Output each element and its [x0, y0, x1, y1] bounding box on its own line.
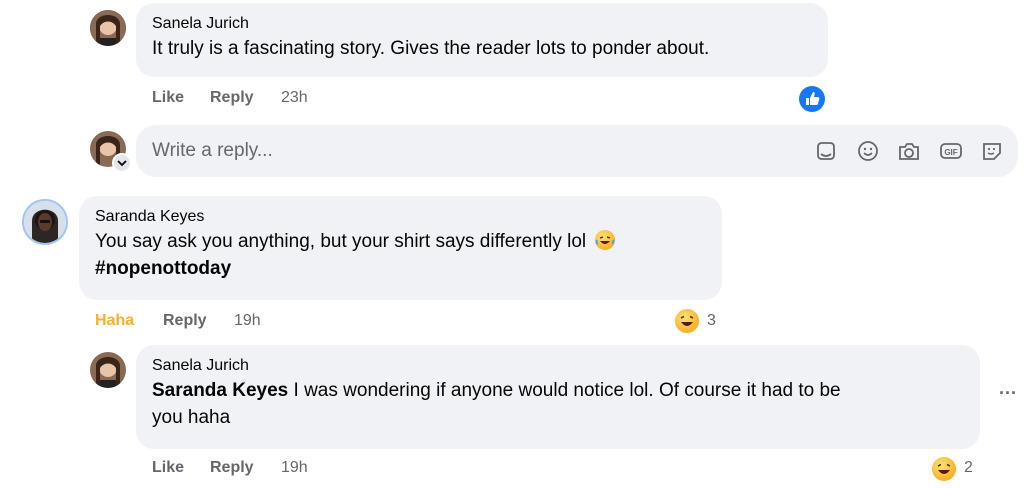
comment-bubble: Sanela Jurich It truly is a fascinating … — [136, 3, 828, 77]
comment-author[interactable]: Sanela Jurich — [152, 357, 964, 375]
comment-text: Saranda Keyes I was wondering if anyone … — [152, 377, 964, 431]
avatar[interactable] — [90, 10, 126, 46]
svg-text:GIF: GIF — [944, 148, 957, 157]
haha-button[interactable]: Haha — [95, 312, 134, 330]
gif-icon[interactable]: GIF — [938, 138, 964, 164]
reply-button[interactable]: Reply — [163, 312, 207, 330]
comment-bubble: Saranda Keyes You say ask you anything, … — [79, 196, 722, 300]
reaction-count[interactable]: 2 — [964, 459, 973, 477]
laughing-emoji-icon — [595, 230, 616, 250]
camera-icon[interactable] — [896, 138, 922, 164]
more-options-button[interactable]: ··· — [999, 383, 1017, 404]
hashtag-link[interactable]: #nopenottoday — [95, 258, 231, 279]
comment-text-line: you haha — [152, 407, 231, 428]
comment-timestamp[interactable]: 19h — [234, 312, 261, 330]
comment-timestamp[interactable]: 19h — [281, 459, 308, 477]
reply-input-box[interactable]: Write a reply... GIF — [136, 125, 1018, 177]
sticker-icon[interactable] — [979, 138, 1005, 164]
comment-text-line: You say ask you anything, but your shirt… — [95, 231, 587, 252]
comment-author[interactable]: Sanela Jurich — [152, 15, 812, 33]
comment-bubble: Sanela Jurich Saranda Keyes I was wonder… — [136, 345, 980, 449]
haha-reaction-icon[interactable] — [675, 309, 699, 333]
avatar[interactable] — [90, 352, 126, 388]
comment-author[interactable]: Saranda Keyes — [95, 208, 706, 226]
comment-text-line: I was wondering if anyone would notice l… — [288, 380, 841, 401]
like-button[interactable]: Like — [152, 89, 184, 107]
like-button[interactable]: Like — [152, 459, 184, 477]
reply-button[interactable]: Reply — [210, 89, 254, 107]
comment-text: It truly is a fascinating story. Gives t… — [152, 38, 710, 59]
chevron-down-icon[interactable] — [112, 153, 132, 173]
mention-link[interactable]: Saranda Keyes — [152, 380, 288, 401]
reply-button[interactable]: Reply — [210, 459, 254, 477]
reply-input[interactable]: Write a reply... — [152, 140, 273, 162]
comment-timestamp[interactable]: 23h — [281, 89, 308, 107]
avatar[interactable] — [22, 199, 68, 245]
emoji-icon[interactable] — [855, 138, 881, 164]
haha-reaction-icon[interactable] — [932, 457, 956, 481]
like-reaction-icon[interactable] — [799, 86, 825, 112]
comment-text: You say ask you anything, but your shirt… — [95, 228, 706, 282]
sticker-avatar-icon[interactable] — [813, 139, 839, 165]
reaction-count[interactable]: 3 — [707, 312, 716, 330]
